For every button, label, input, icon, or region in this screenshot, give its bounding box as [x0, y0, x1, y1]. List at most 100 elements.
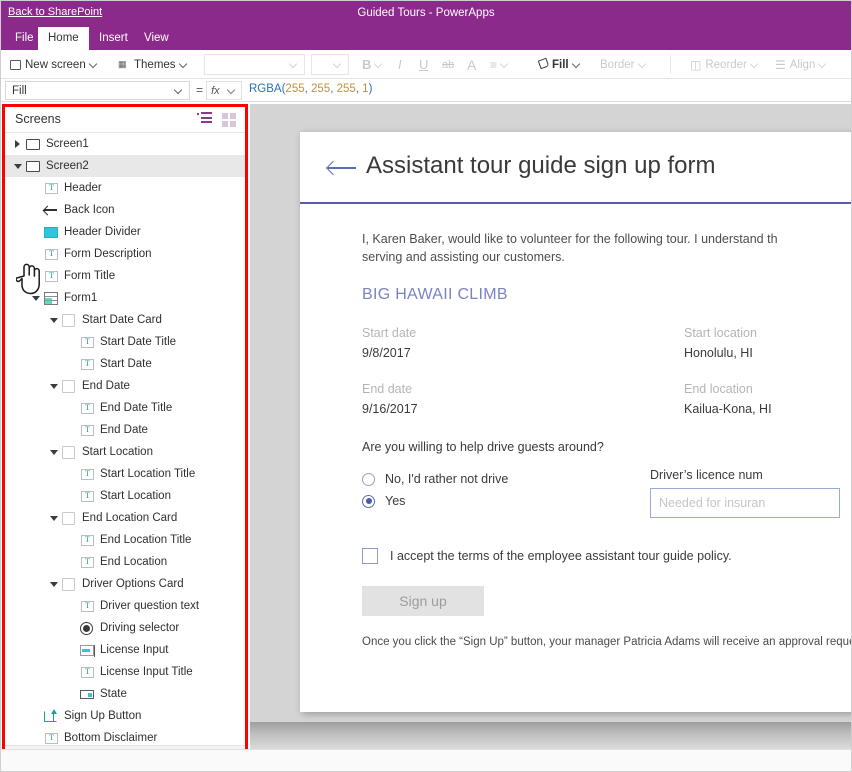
themes-icon: ▦	[118, 59, 127, 69]
rectangle-icon	[43, 221, 60, 243]
tree-item-label: Start Date Title	[100, 336, 177, 348]
chevron-down-icon[interactable]	[47, 375, 61, 397]
tree-item[interactable]: Header Divider	[5, 221, 245, 243]
tree-item[interactable]: Form Title	[5, 265, 245, 287]
fx-button[interactable]: fx	[206, 81, 242, 100]
tree-item[interactable]: Sign Up Button	[5, 705, 245, 727]
text-label-icon	[79, 419, 96, 441]
checkbox-icon[interactable]	[362, 548, 378, 565]
tree-item[interactable]: End Date Title	[5, 397, 245, 419]
tree-item-label: End Location	[100, 556, 168, 568]
chevron-down-icon[interactable]	[47, 441, 61, 463]
tree-item[interactable]: End Location	[5, 551, 245, 573]
bold-button[interactable]: B	[362, 50, 384, 79]
font-family-select[interactable]	[204, 54, 305, 75]
tree-item[interactable]: License Input	[5, 639, 245, 661]
card-icon	[61, 309, 78, 331]
field-start-date: Start date 9/8/2017	[362, 326, 416, 360]
back-arrow-icon[interactable]	[328, 162, 358, 174]
tab-home[interactable]: Home	[38, 27, 89, 50]
chevron-right-icon[interactable]	[11, 133, 25, 155]
accept-terms-row[interactable]: I accept the terms of the employee assis…	[362, 548, 798, 565]
text-label-icon	[79, 463, 96, 485]
italic-button[interactable]: I	[398, 50, 402, 79]
tree-item-label: Driver question text	[100, 600, 200, 612]
themes-button[interactable]: ▦ Themes	[118, 50, 189, 79]
strikethrough-button[interactable]: ab	[442, 50, 454, 79]
tree-item[interactable]: Start Location Title	[5, 463, 245, 485]
tree-item[interactable]: End Date	[5, 419, 245, 441]
text-label-icon-glyph	[81, 667, 94, 678]
tree-item[interactable]: Back Icon	[5, 199, 245, 221]
form-description-line2: serving and assisting our customers.	[362, 250, 565, 265]
field-end-date: End date 9/16/2017	[362, 382, 418, 416]
tree-item[interactable]: Driver Options Card	[5, 573, 245, 595]
chevron-down-icon[interactable]	[29, 287, 43, 309]
new-screen-button[interactable]: New screen	[10, 50, 99, 79]
underline-button[interactable]: U	[419, 50, 428, 79]
border-button[interactable]: Border	[600, 50, 648, 79]
text-align-button[interactable]: ≡	[490, 50, 510, 79]
card-icon-glyph	[62, 380, 75, 393]
chevron-down-icon	[573, 60, 582, 69]
tree-item[interactable]: Start Date Card	[5, 309, 245, 331]
tree-item-label: Header	[64, 182, 102, 194]
tree-item[interactable]: End Date	[5, 375, 245, 397]
property-select[interactable]: Fill	[5, 81, 190, 100]
tree-item[interactable]: Form Description	[5, 243, 245, 265]
tree-item[interactable]: Screen1	[5, 133, 245, 155]
end-location-value: Kailua-Kona, HI	[684, 402, 772, 417]
start-date-label: Start date	[362, 326, 417, 341]
align-button[interactable]: ☰ Align	[775, 50, 828, 79]
text-label-icon-glyph	[81, 535, 94, 546]
text-label-icon-glyph	[81, 469, 94, 480]
formula-function-name: RGBA(	[249, 83, 286, 95]
tree-item[interactable]: Header	[5, 177, 245, 199]
chevron-down-icon[interactable]	[47, 309, 61, 331]
tab-insert[interactable]: Insert	[89, 27, 138, 50]
text-label-icon-glyph	[45, 733, 58, 744]
tree-arrow-spacer	[29, 705, 43, 727]
card-icon	[61, 573, 78, 595]
tree-item[interactable]: Bottom Disclaimer	[5, 727, 245, 745]
font-color-button[interactable]: A	[467, 50, 476, 79]
sign-up-button[interactable]: Sign up	[362, 586, 484, 617]
tree-arrow-spacer	[65, 595, 79, 617]
dropdown-icon-glyph	[80, 690, 94, 699]
tab-view[interactable]: View	[134, 27, 179, 50]
tree-arrow-spacer	[65, 397, 79, 419]
text-label-icon	[79, 529, 96, 551]
tree-item[interactable]: Start Date	[5, 353, 245, 375]
list-view-icon[interactable]	[197, 112, 213, 127]
tree-item-label: Bottom Disclaimer	[64, 732, 158, 744]
chevron-down-icon[interactable]	[47, 573, 61, 595]
formula-arg-g: 255	[311, 83, 331, 95]
chevron-down-icon[interactable]	[11, 155, 25, 177]
tree-item[interactable]: Screen2	[5, 155, 245, 177]
text-label-icon-glyph	[81, 403, 94, 414]
tree-item[interactable]: Start Date Title	[5, 331, 245, 353]
chevron-down-icon[interactable]	[47, 507, 61, 529]
form-icon-glyph	[44, 292, 58, 305]
tree-item[interactable]: State	[5, 683, 245, 705]
tree-item[interactable]: Driver question text	[5, 595, 245, 617]
reorder-icon: ◫	[690, 57, 702, 72]
thumbnail-view-icon[interactable]	[221, 112, 237, 127]
chevron-down-icon	[175, 86, 184, 95]
reorder-button[interactable]: ◫ Reorder	[690, 50, 760, 79]
chevron-down-icon	[501, 60, 510, 69]
tree-item-label: Start Location	[82, 446, 153, 458]
tree-item[interactable]: Start Location	[5, 441, 245, 463]
tree-item[interactable]: End Location Title	[5, 529, 245, 551]
formula-input[interactable]: RGBA(255, 255, 255, 1)	[249, 83, 372, 95]
tree-item[interactable]: Start Location	[5, 485, 245, 507]
tree-item[interactable]: Driving selector	[5, 617, 245, 639]
tree-item[interactable]: License Input Title	[5, 661, 245, 683]
tree-item-label: Screen1	[46, 138, 89, 150]
tree-item[interactable]: End Location Card	[5, 507, 245, 529]
licence-input[interactable]: Needed for insuran	[650, 488, 840, 519]
formula-close-paren: )	[368, 83, 373, 95]
fill-button[interactable]: Fill	[537, 50, 582, 79]
tree-item[interactable]: Form1	[5, 287, 245, 309]
font-size-select[interactable]	[311, 54, 349, 75]
